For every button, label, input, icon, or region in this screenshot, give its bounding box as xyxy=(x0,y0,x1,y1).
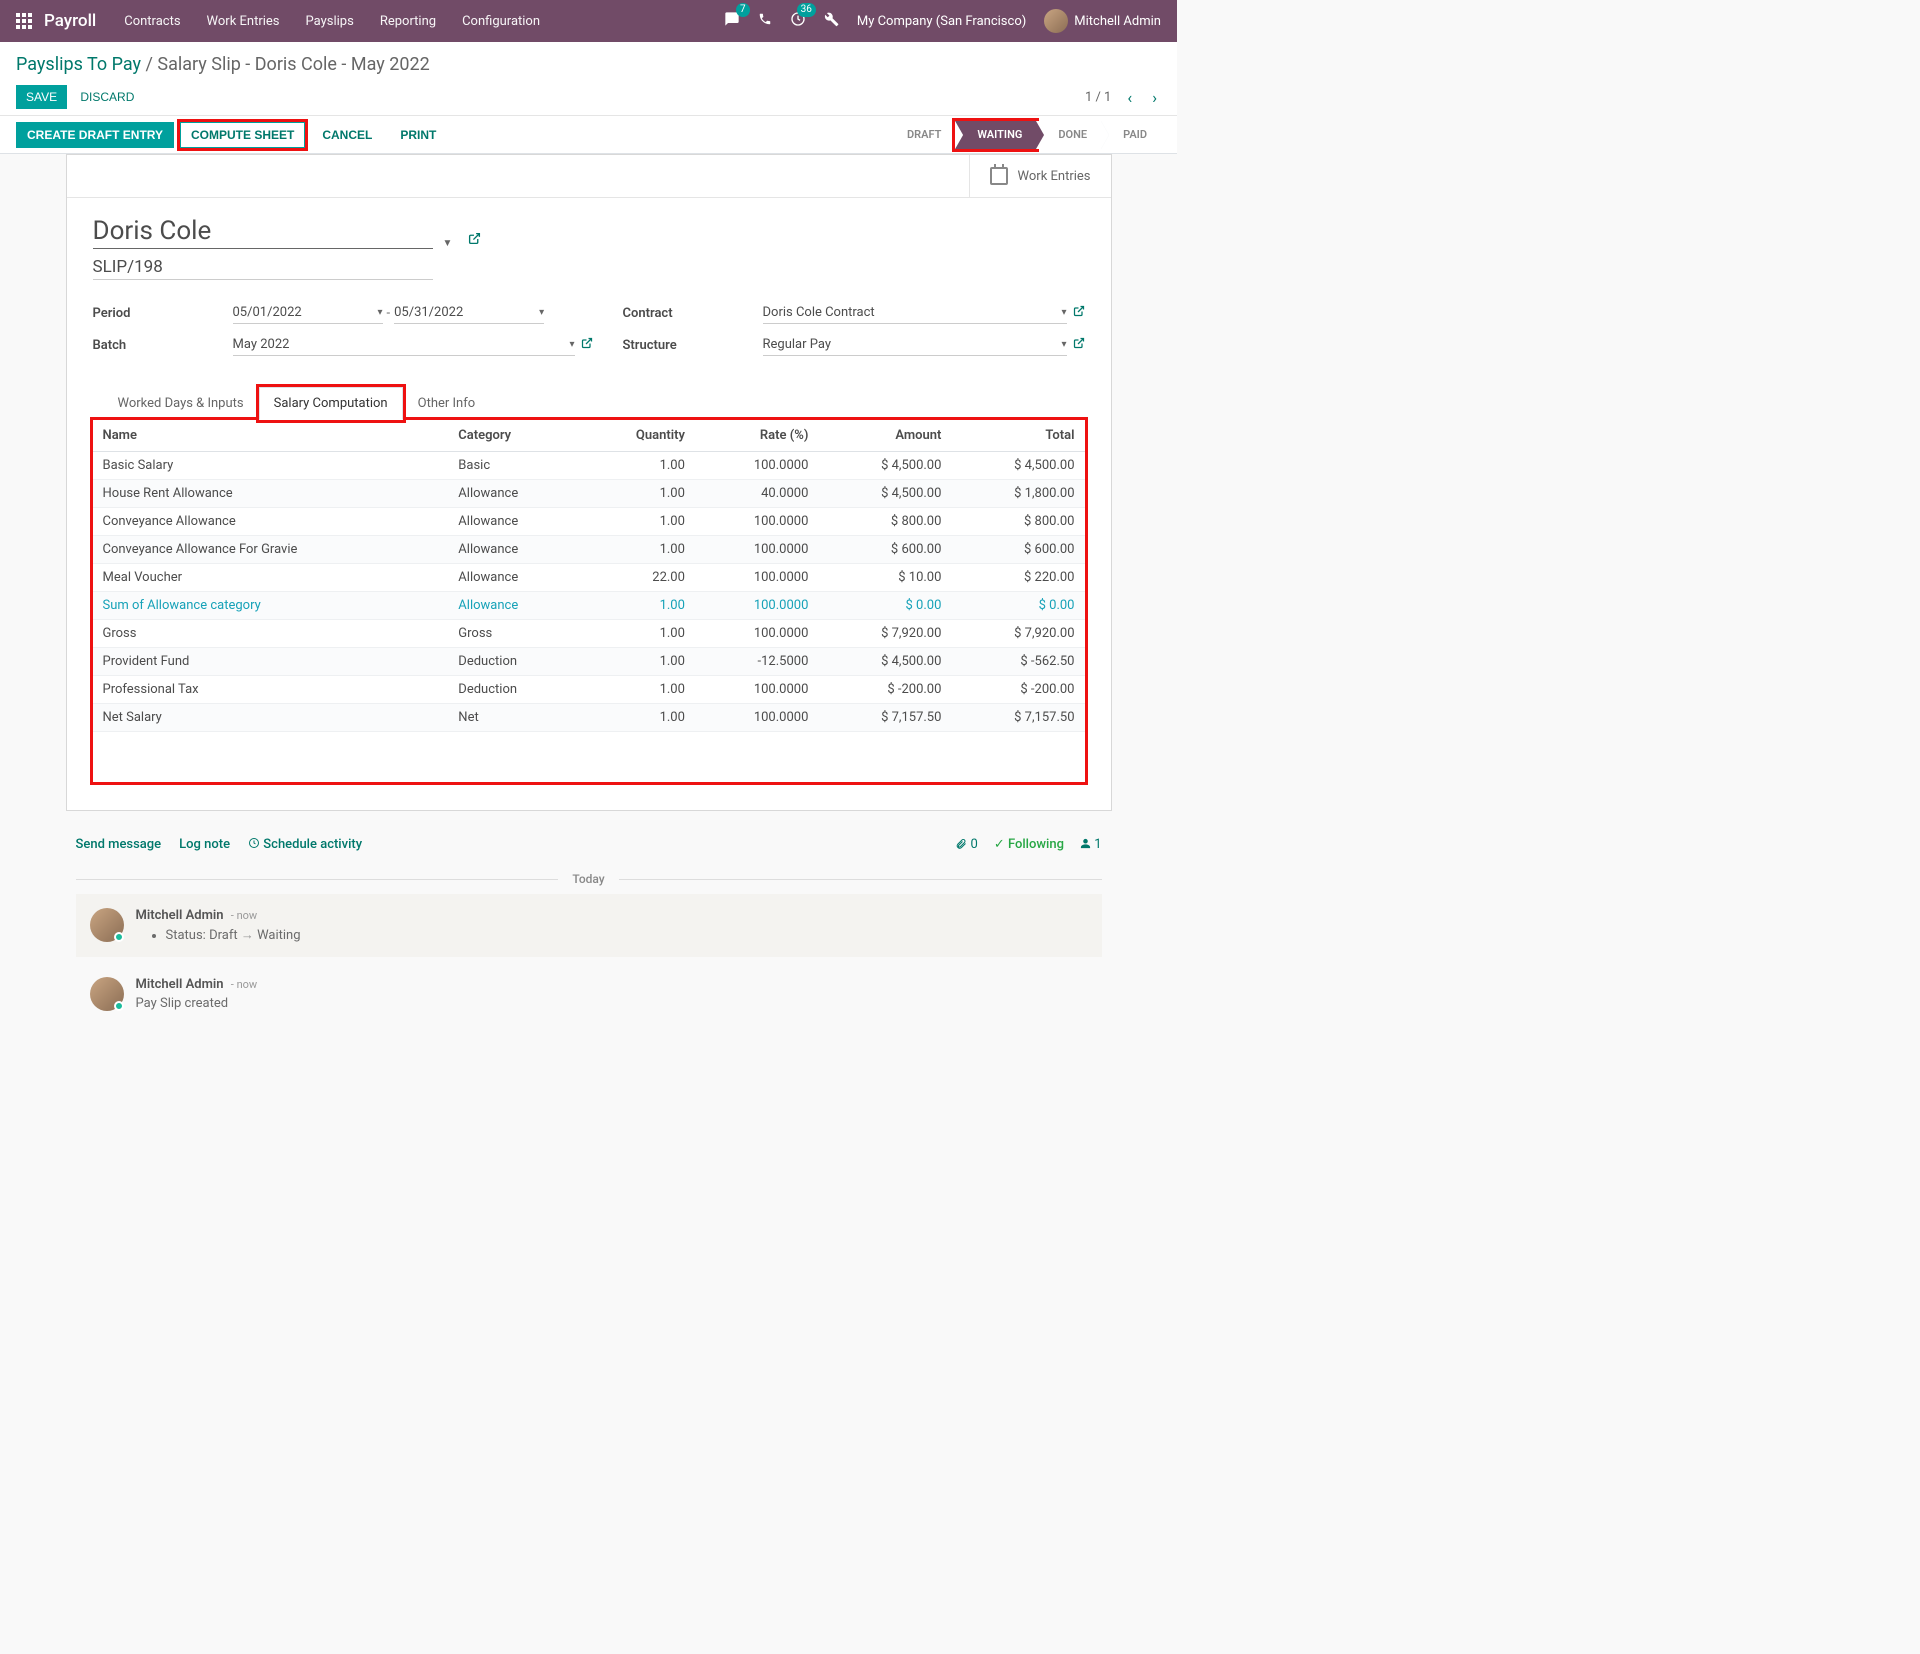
log-item: Mitchell Admin - now Pay Slip created xyxy=(76,963,1102,1025)
pager-text: 1 / 1 xyxy=(1085,90,1111,105)
work-entries-button[interactable]: Work Entries xyxy=(969,155,1111,197)
salary-computation-table: Name Category Quantity Rate (%) Amount T… xyxy=(93,420,1085,732)
th-rate[interactable]: Rate (%) xyxy=(695,420,818,452)
structure-label: Structure xyxy=(623,338,763,353)
phone-icon[interactable] xyxy=(758,12,772,30)
table-row[interactable]: Conveyance AllowanceAllowance1.00100.000… xyxy=(93,508,1085,536)
messages-icon[interactable]: 7 xyxy=(724,11,740,31)
log-author[interactable]: Mitchell Admin xyxy=(136,908,224,923)
pager: 1 / 1 ‹ › xyxy=(1085,88,1161,107)
th-name[interactable]: Name xyxy=(93,420,449,452)
breadcrumb: Payslips To Pay / Salary Slip - Doris Co… xyxy=(16,54,1161,75)
table-row[interactable]: Provident FundDeduction1.00-12.5000$ 4,5… xyxy=(93,648,1085,676)
period-from-input[interactable]: 05/01/2022▾ xyxy=(233,302,383,324)
messages-badge: 7 xyxy=(736,3,750,17)
user-menu[interactable]: Mitchell Admin xyxy=(1044,9,1161,33)
avatar xyxy=(90,908,124,942)
chatter: Send message Log note Schedule activity … xyxy=(66,831,1112,1025)
activities-badge: 36 xyxy=(797,3,816,17)
th-total[interactable]: Total xyxy=(951,420,1084,452)
schedule-activity-button[interactable]: Schedule activity xyxy=(248,837,362,852)
table-row[interactable]: Meal VoucherAllowance22.00100.0000$ 10.0… xyxy=(93,564,1085,592)
nav-payslips[interactable]: Payslips xyxy=(306,14,354,29)
work-entries-label: Work Entries xyxy=(1018,169,1091,184)
print-button[interactable]: PRINT xyxy=(389,122,447,148)
table-row[interactable]: Basic SalaryBasic1.00100.0000$ 4,500.00$… xyxy=(93,452,1085,480)
nav-configuration[interactable]: Configuration xyxy=(462,14,540,29)
table-row[interactable]: Sum of Allowance categoryAllowance1.0010… xyxy=(93,592,1085,620)
structure-external-link-icon[interactable] xyxy=(1073,337,1085,353)
tools-icon[interactable] xyxy=(824,12,839,31)
discard-button[interactable]: DISCARD xyxy=(70,85,144,109)
batch-input[interactable]: May 2022▾ xyxy=(233,334,575,356)
status-step-done[interactable]: DONE xyxy=(1036,121,1101,149)
tab-worked-days[interactable]: Worked Days & Inputs xyxy=(103,387,259,420)
table-row[interactable]: GrossGross1.00100.0000$ 7,920.00$ 7,920.… xyxy=(93,620,1085,648)
following-button[interactable]: ✓ Following xyxy=(994,837,1064,852)
tab-salary-computation[interactable]: Salary Computation xyxy=(259,387,403,420)
log-time: - now xyxy=(231,909,257,922)
top-nav: Payroll Contracts Work Entries Payslips … xyxy=(0,0,1177,42)
attachments-count[interactable]: 0 xyxy=(955,837,978,852)
th-amount[interactable]: Amount xyxy=(818,420,951,452)
apps-icon[interactable] xyxy=(16,13,32,29)
nav-menu: Contracts Work Entries Payslips Reportin… xyxy=(124,14,724,29)
th-category[interactable]: Category xyxy=(448,420,580,452)
contract-input[interactable]: Doris Cole Contract▾ xyxy=(763,302,1067,324)
status-bar: CREATE DRAFT ENTRY COMPUTE SHEET CANCEL … xyxy=(0,116,1177,154)
structure-input[interactable]: Regular Pay▾ xyxy=(763,334,1067,356)
create-draft-entry-button[interactable]: CREATE DRAFT ENTRY xyxy=(16,122,174,148)
nav-reporting[interactable]: Reporting xyxy=(380,14,436,29)
batch-external-link-icon[interactable] xyxy=(581,337,593,353)
breadcrumb-link[interactable]: Payslips To Pay xyxy=(16,54,141,75)
cancel-button[interactable]: CANCEL xyxy=(311,122,383,148)
breadcrumb-bar: Payslips To Pay / Salary Slip - Doris Co… xyxy=(0,42,1177,116)
log-note-button[interactable]: Log note xyxy=(179,837,230,852)
avatar xyxy=(1044,9,1068,33)
app-title[interactable]: Payroll xyxy=(44,11,96,31)
user-name: Mitchell Admin xyxy=(1074,14,1161,29)
avatar xyxy=(90,977,124,1011)
period-label: Period xyxy=(93,306,233,321)
table-row[interactable]: House Rent AllowanceAllowance1.0040.0000… xyxy=(93,480,1085,508)
employee-caret-icon[interactable]: ▼ xyxy=(443,238,453,249)
status-step-waiting[interactable]: WAITING xyxy=(955,121,1036,149)
contract-label: Contract xyxy=(623,306,763,321)
status-step-paid[interactable]: PAID xyxy=(1101,121,1161,149)
log-time: - now xyxy=(231,978,257,991)
log-author[interactable]: Mitchell Admin xyxy=(136,977,224,992)
log-text: Pay Slip created xyxy=(136,996,1088,1011)
table-row[interactable]: Net SalaryNet1.00100.0000$ 7,157.50$ 7,1… xyxy=(93,704,1085,732)
contract-external-link-icon[interactable] xyxy=(1073,305,1085,321)
employee-field[interactable]: Doris Cole xyxy=(93,216,433,249)
table-row[interactable]: Professional TaxDeduction1.00100.0000$ -… xyxy=(93,676,1085,704)
tabs: Worked Days & Inputs Salary Computation … xyxy=(93,386,1085,420)
period-to-input[interactable]: 05/31/2022▾ xyxy=(394,302,544,324)
log-item: Mitchell Admin - now Status: Draft → Wai… xyxy=(76,894,1102,957)
status-steps: DRAFT WAITING DONE PAID xyxy=(885,121,1161,149)
table-row[interactable]: Conveyance Allowance For GravieAllowance… xyxy=(93,536,1085,564)
status-step-draft[interactable]: DRAFT xyxy=(885,121,955,149)
form-sheet: Work Entries Doris Cole ▼ SLIP/198 Perio… xyxy=(66,154,1112,811)
slip-number[interactable]: SLIP/198 xyxy=(93,255,433,280)
th-quantity[interactable]: Quantity xyxy=(581,420,695,452)
company-selector[interactable]: My Company (San Francisco) xyxy=(857,14,1026,29)
batch-label: Batch xyxy=(93,338,233,353)
save-button[interactable]: SAVE xyxy=(16,85,67,109)
activities-icon[interactable]: 36 xyxy=(790,11,806,31)
followers-count[interactable]: 1 xyxy=(1080,837,1102,852)
employee-external-link-icon[interactable] xyxy=(468,232,481,249)
tab-other-info[interactable]: Other Info xyxy=(403,387,491,420)
date-separator: Today xyxy=(76,872,1102,886)
nav-contracts[interactable]: Contracts xyxy=(124,14,180,29)
pager-next[interactable]: › xyxy=(1148,88,1161,107)
salary-table-container: Name Category Quantity Rate (%) Amount T… xyxy=(93,420,1085,782)
send-message-button[interactable]: Send message xyxy=(76,837,162,852)
pager-prev[interactable]: ‹ xyxy=(1123,88,1136,107)
nav-work-entries[interactable]: Work Entries xyxy=(207,14,280,29)
compute-sheet-button[interactable]: COMPUTE SHEET xyxy=(180,122,305,148)
breadcrumb-current: Salary Slip - Doris Cole - May 2022 xyxy=(157,54,429,75)
calendar-icon xyxy=(990,167,1008,185)
